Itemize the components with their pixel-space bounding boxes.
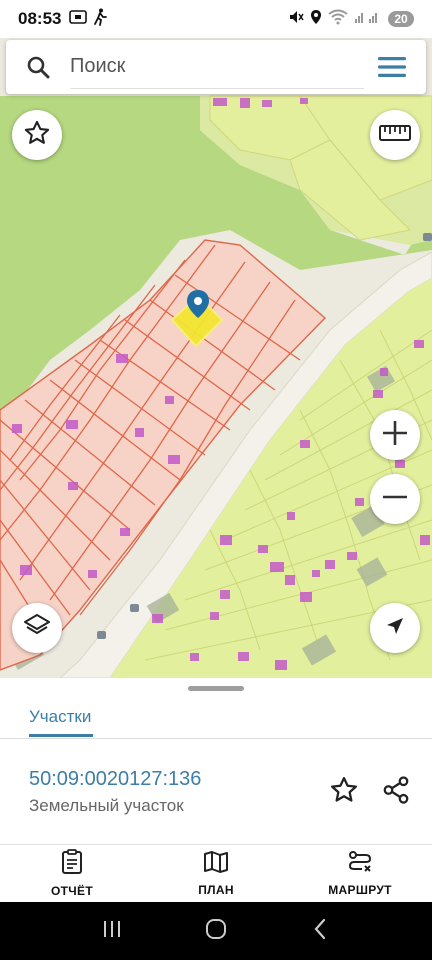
home-button[interactable] — [196, 911, 236, 951]
cadastral-number-link[interactable]: 50:09:0020127:136 — [29, 768, 201, 791]
minus-icon — [381, 483, 409, 516]
navigation-arrow-icon — [383, 614, 407, 643]
add-favorite-button[interactable] — [326, 774, 362, 810]
search-input[interactable] — [70, 45, 364, 89]
star-icon — [23, 119, 51, 152]
status-right-icons: 20 — [288, 9, 414, 30]
zoom-out-button[interactable] — [370, 474, 420, 524]
star-outline-icon — [329, 775, 359, 810]
nav-route[interactable]: МАРШРУТ — [288, 845, 432, 902]
plus-icon — [381, 419, 409, 452]
screenshot-icon — [69, 9, 88, 30]
nav-report-label: ОТЧЁТ — [51, 884, 93, 898]
share-icon — [381, 775, 411, 810]
my-location-button[interactable] — [370, 603, 420, 653]
sheet-drag-handle[interactable] — [188, 686, 244, 691]
walk-icon — [93, 8, 108, 31]
home-icon — [205, 918, 227, 945]
status-time: 08:53 — [18, 9, 62, 28]
back-icon — [312, 918, 328, 945]
tab-parcels[interactable]: Участки — [29, 696, 91, 738]
nav-plan-label: ПЛАН — [198, 883, 234, 897]
cadastral-map[interactable] — [0, 38, 432, 678]
location-icon — [310, 9, 322, 30]
layers-button[interactable] — [12, 603, 62, 653]
zoom-in-button[interactable] — [370, 410, 420, 460]
nav-plan[interactable]: ПЛАН — [144, 845, 288, 902]
status-left-icons — [69, 8, 108, 31]
mute-icon — [288, 9, 304, 30]
map-canvas — [0, 38, 432, 678]
share-button[interactable] — [378, 774, 414, 810]
signal-icon — [354, 10, 382, 29]
search-icon[interactable] — [20, 49, 56, 85]
parcel-sheet: Участки 50:09:0020127:136 Земельный учас… — [0, 678, 432, 844]
recent-apps-button[interactable] — [92, 911, 132, 951]
app-screen: 08:53 20 Поиск Участки 50:09:0020127:136… — [0, 0, 432, 960]
bottom-navigation: ОТЧЁТ ПЛАН МАРШРУТ — [0, 844, 432, 902]
search-bar — [6, 40, 426, 94]
wifi-icon — [328, 9, 348, 30]
map-plan-icon — [203, 850, 229, 879]
ruler-icon — [379, 124, 411, 147]
battery-badge: 20 — [388, 11, 414, 27]
menu-icon[interactable] — [372, 47, 412, 87]
report-icon — [60, 849, 84, 880]
route-icon — [347, 850, 373, 879]
tab-active-indicator — [29, 734, 93, 737]
back-button[interactable] — [300, 911, 340, 951]
nav-report[interactable]: ОТЧЁТ — [0, 845, 144, 902]
status-bar: 08:53 20 — [0, 0, 432, 38]
ruler-button[interactable] — [370, 110, 420, 160]
recent-apps-icon — [101, 919, 123, 944]
system-navigation-bar — [0, 902, 432, 960]
parcel-type-label: Земельный участок — [29, 796, 184, 815]
nav-route-label: МАРШРУТ — [328, 883, 392, 897]
favorites-button[interactable] — [12, 110, 62, 160]
sheet-divider — [0, 738, 432, 739]
layers-icon — [23, 612, 51, 645]
